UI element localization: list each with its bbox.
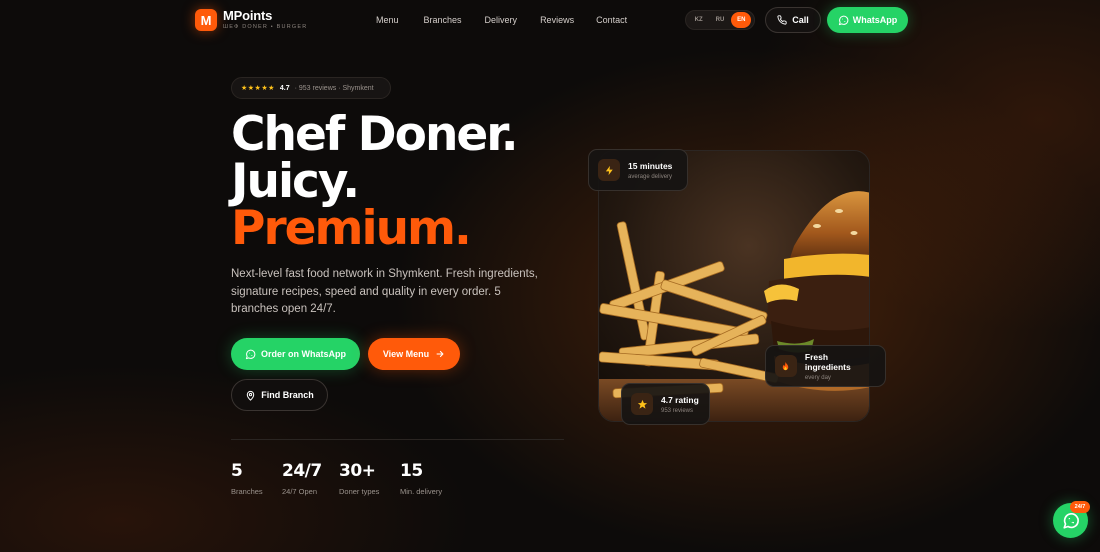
stars-icon: ★★★★★	[241, 85, 275, 92]
lang-kz[interactable]: KZ	[689, 12, 709, 28]
order-whatsapp-label: Order on WhatsApp	[261, 349, 346, 359]
language-switcher: KZ RU EN	[685, 10, 755, 30]
stat-open: 24/7 24/7 Open	[282, 461, 322, 496]
stat-label: Min. delivery	[400, 487, 443, 496]
stat-doner-types: 30+ Doner types	[339, 461, 379, 496]
brand-tagline: ШЕФ DONER • BURGER	[223, 24, 308, 31]
call-button[interactable]: Call	[765, 7, 821, 33]
stat-value: 5	[231, 461, 243, 481]
floating-24-7-badge: 24/7	[1070, 501, 1090, 513]
whatsapp-nav-label: WhatsApp	[852, 15, 898, 25]
map-pin-icon	[247, 390, 255, 401]
headline-line-3: Premium.	[231, 201, 472, 256]
hero-description: Next-level fast food network in Shymkent…	[231, 268, 538, 315]
whatsapp-nav-button[interactable]: WhatsApp	[827, 7, 908, 33]
rating-badge: ★★★★★ 4.7 · 953 reviews · Shymkent	[231, 77, 391, 99]
find-branch-button[interactable]: Find Branch	[231, 379, 328, 411]
whatsapp-icon	[838, 15, 849, 25]
nav-link-branches[interactable]: Branches	[424, 15, 462, 25]
nav-link-delivery[interactable]: Delivery	[485, 15, 518, 25]
view-menu-label: View Menu	[382, 349, 430, 359]
nav-link-reviews[interactable]: Reviews	[540, 15, 574, 25]
stat-value: 30+	[339, 461, 376, 481]
fresh-card-sub: every day	[804, 374, 831, 381]
fire-icon	[775, 355, 797, 377]
headline-line-1: Chef Doner.	[231, 107, 519, 162]
call-label: Call	[792, 15, 809, 25]
find-branch-label: Find Branch	[261, 390, 314, 400]
top-nav: M MPoints ШЕФ DONER • BURGER Menu Branch…	[0, 0, 1100, 40]
brand-logo[interactable]: M MPoints ШЕФ DONER • BURGER	[195, 9, 307, 31]
rating-card: 4.7 rating 953 reviews	[621, 383, 710, 425]
lang-en[interactable]: EN	[731, 12, 752, 28]
reviews-text: · 953 reviews · Shymkent	[294, 84, 374, 92]
stat-branches: 5 Branches	[231, 461, 263, 496]
view-menu-button[interactable]: View Menu	[368, 338, 460, 370]
order-whatsapp-button[interactable]: Order on WhatsApp	[231, 338, 360, 370]
headline-line-2: Juicy.	[231, 154, 360, 209]
nav-link-menu[interactable]: Menu	[376, 15, 399, 25]
fresh-card-title: Fresh ingredients	[804, 351, 851, 372]
fresh-ingredients-card: Fresh ingredients every day	[765, 345, 886, 387]
stat-value: 24/7	[282, 461, 322, 481]
stat-label: Branches	[231, 487, 263, 496]
stat-label: 24/7 Open	[282, 487, 318, 496]
logo-mark: M	[195, 9, 217, 31]
whatsapp-icon	[1062, 512, 1079, 529]
rating-card-sub: 953 reviews	[661, 407, 694, 414]
delivery-card-sub: average delivery	[628, 173, 673, 180]
lang-ru[interactable]: RU	[710, 12, 730, 28]
star-icon	[631, 393, 653, 415]
delivery-card-title: 15 minutes	[628, 160, 673, 171]
stat-value: 15	[400, 461, 423, 481]
phone-icon	[777, 15, 787, 25]
stat-label: Doner types	[339, 487, 380, 496]
hero-headline: Chef Doner. Juicy. Premium.	[231, 107, 519, 256]
brand-name: MPoints	[223, 8, 273, 24]
lightning-icon	[598, 159, 620, 181]
delivery-time-card: 15 minutes average delivery	[588, 149, 688, 191]
nav-link-contact[interactable]: Contact	[596, 15, 627, 25]
whatsapp-icon	[245, 349, 256, 359]
arrow-right-icon	[436, 350, 444, 358]
nav-links: Menu Branches Delivery Reviews Contact	[376, 15, 627, 25]
rating-value: 4.7	[279, 84, 290, 92]
stats-divider	[231, 439, 564, 440]
stat-delivery: 15 Min. delivery	[400, 461, 442, 496]
rating-card-title: 4.7 rating	[661, 394, 699, 405]
